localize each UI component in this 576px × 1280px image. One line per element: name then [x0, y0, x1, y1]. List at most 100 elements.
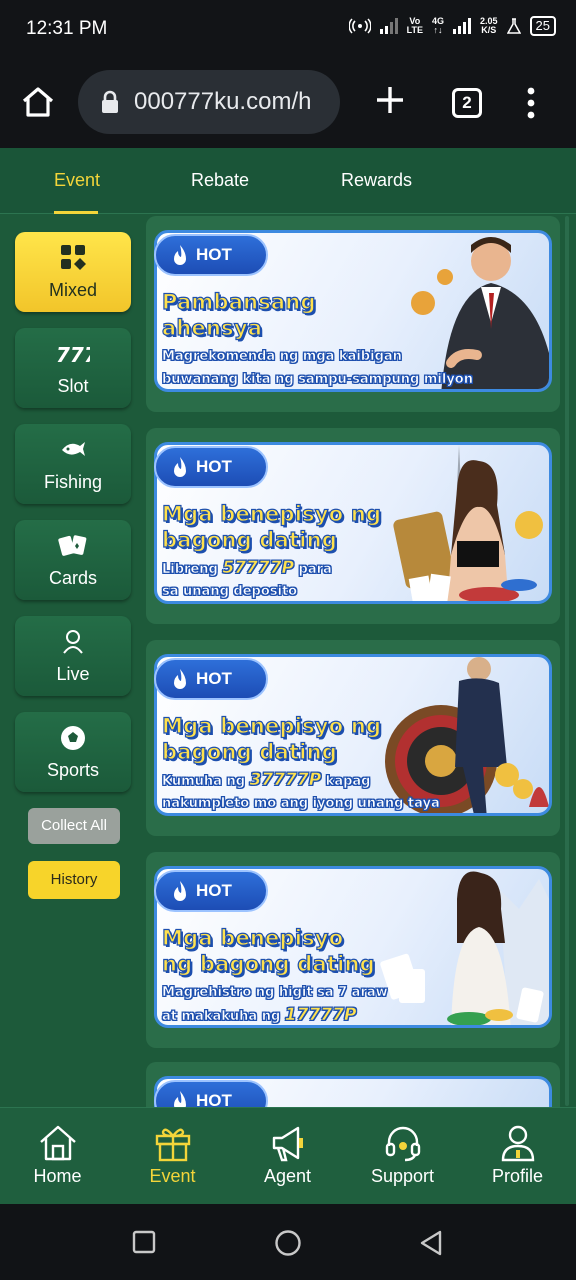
nav-label: Agent — [263, 1166, 312, 1186]
system-navigation-bar — [0, 1204, 576, 1280]
hot-badge: HOT — [154, 234, 268, 276]
back-icon[interactable] — [418, 1229, 444, 1257]
bonus-amount: 17777P — [284, 1005, 357, 1026]
nav-label: Support — [370, 1166, 435, 1186]
sidebar-item-sports[interactable]: Sports — [15, 712, 131, 792]
banner-title: Mga benepisyo — [161, 925, 344, 950]
signal-icon-2 — [453, 18, 471, 34]
soccer-ball-icon — [61, 726, 85, 750]
banner-subtitle: Kumuha ng 37777P kapag — [162, 770, 371, 791]
banner-subtitle: Magrekomenda ng mga kaibigan — [162, 349, 403, 365]
home-circle-icon[interactable] — [274, 1229, 302, 1257]
headset-icon — [385, 1126, 420, 1162]
woman-casino-image — [379, 445, 549, 601]
more-menu-icon[interactable] — [524, 86, 538, 120]
new-tab-icon[interactable] — [374, 84, 406, 116]
flame-icon — [174, 881, 186, 901]
banner-subtitle: sa unang deposito — [162, 584, 298, 600]
flame-icon — [174, 245, 186, 265]
tab-rewards[interactable]: Rewards — [341, 170, 412, 191]
nav-profile[interactable]: Profile — [460, 1108, 575, 1205]
sidebar-item-slot[interactable]: 777 Slot — [15, 328, 131, 408]
banner-title: bagong dating — [161, 527, 337, 552]
dealer-icon — [63, 630, 83, 654]
tab-rebate[interactable]: Rebate — [191, 170, 249, 191]
bonus-amount: 37777P — [249, 770, 322, 791]
gift-icon — [155, 1128, 190, 1162]
sidebar-item-label: Cards — [48, 568, 97, 588]
scroll-rail[interactable] — [565, 216, 569, 1106]
promo-card[interactable]: HOT Mga benepisyo ng bagong dating Kumuh… — [146, 640, 560, 836]
banner-subtitle: at makakuha ng 17777P — [162, 1005, 357, 1026]
promo-card[interactable]: HOT Pambansang ahensya Magrekomenda ng m… — [146, 216, 560, 412]
status-bar: 12:31 PM Vo LTE 4G ↑↓ 2.05 K/S 25 — [0, 0, 576, 60]
promo-card[interactable]: HOT — [146, 1062, 560, 1107]
sidebar-item-label: Sports — [46, 760, 100, 780]
banner-subtitle: Magrehistro ng higit sa 7 araw — [162, 985, 388, 1001]
svg-text:777: 777 — [56, 343, 90, 366]
active-tab-indicator — [54, 211, 98, 214]
sidebar-item-fishing[interactable]: Fishing — [15, 424, 131, 504]
tab-event[interactable]: Event — [54, 170, 100, 191]
nav-support[interactable]: Support — [345, 1108, 460, 1205]
banner-title: Mga benepisyo ng — [161, 713, 382, 738]
nav-home[interactable]: Home — [0, 1108, 115, 1205]
banner-subtitle: Libreng 57777P para — [162, 558, 332, 579]
home-icon — [39, 1125, 76, 1161]
sidebar-item-label: Live — [56, 664, 90, 684]
banner-title: Pambansang — [161, 289, 316, 314]
hot-badge: HOT — [154, 446, 268, 488]
bonus-amount: 57777P — [222, 558, 294, 579]
volte-indicator: Vo LTE — [406, 16, 423, 35]
sidebar-item-label: Slot — [57, 376, 89, 396]
flame-icon — [174, 457, 186, 477]
browser-home-icon[interactable] — [20, 84, 56, 120]
collect-all-button[interactable]: Collect All — [28, 808, 120, 844]
bottom-navigation: Home Event Agent Support Profile — [0, 1107, 576, 1204]
person-icon — [501, 1125, 534, 1162]
browser-toolbar: 000777ku.com/h 2 — [0, 60, 576, 148]
flame-icon — [174, 1091, 186, 1107]
woman-cards-image — [379, 869, 549, 1025]
banner-subtitle: nakumpleto mo ang iyong unang taya — [162, 796, 440, 812]
hot-badge: HOT — [154, 1080, 268, 1107]
sidebar-item-live[interactable]: Live — [15, 616, 131, 696]
signal-icon — [379, 18, 398, 34]
banner-title: ahensya — [161, 315, 263, 340]
promo-card[interactable]: HOT Mga benepisyo ng bagong dating Libre… — [146, 428, 560, 624]
slot-777-icon: 777 — [56, 343, 90, 366]
tab-switcher-button[interactable]: 2 — [452, 88, 482, 118]
hot-badge: HOT — [154, 658, 268, 700]
banner-title: bagong dating — [161, 739, 337, 764]
category-tabs: Event Rebate Rewards — [0, 148, 576, 214]
flask-icon — [506, 18, 521, 34]
banner-subtitle: buwanang kita ng sampu-sampung milyon — [162, 372, 474, 388]
hot-badge: HOT — [154, 870, 268, 912]
promo-card[interactable]: HOT Mga benepisyo ng bagong dating Magre… — [146, 852, 560, 1048]
net-speed: 2.05 K/S — [480, 16, 498, 35]
network-type: 4G ↑↓ — [431, 16, 444, 35]
flame-icon — [174, 669, 186, 689]
status-time: 12:31 PM — [26, 18, 108, 39]
banner-title: Mga benepisyo ng — [161, 501, 382, 526]
banner-title: ng bagong dating — [161, 951, 375, 976]
sidebar-item-cards[interactable]: Cards — [15, 520, 131, 600]
history-button[interactable]: History — [28, 861, 120, 899]
hotspot-icon — [348, 18, 371, 34]
nav-label: Home — [33, 1166, 82, 1186]
battery-indicator: 25 — [529, 16, 556, 36]
sidebar-item-label: Mixed — [48, 280, 97, 300]
sidebar-item-label: Fishing — [43, 472, 103, 492]
nav-label: Event — [149, 1166, 196, 1186]
nav-label: Profile — [491, 1166, 544, 1186]
grid-icon — [61, 245, 86, 270]
recents-icon[interactable] — [132, 1230, 156, 1254]
status-icons: Vo LTE 4G ↑↓ 2.05 K/S 25 — [348, 16, 556, 36]
sidebar-item-mixed[interactable]: Mixed — [15, 232, 131, 312]
cards-icon — [58, 535, 87, 556]
fish-icon — [62, 442, 85, 456]
lock-icon — [102, 90, 118, 113]
nav-agent[interactable]: Agent — [230, 1108, 345, 1205]
nav-event[interactable]: Event — [115, 1108, 230, 1205]
megaphone-icon — [272, 1126, 303, 1162]
